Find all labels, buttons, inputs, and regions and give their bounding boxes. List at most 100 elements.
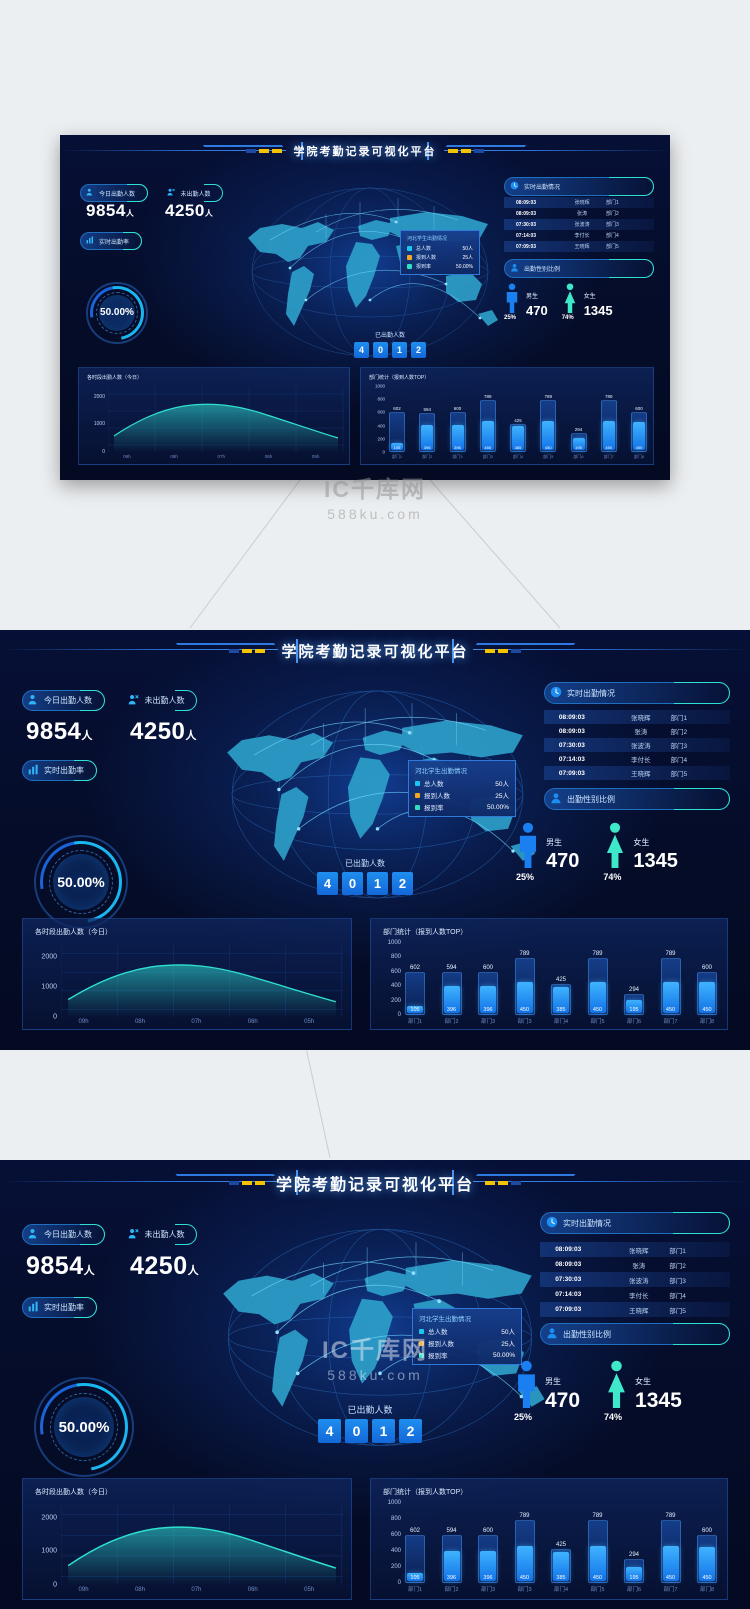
table-row[interactable]: 07:30:03 张波涛 部门3	[544, 738, 730, 752]
gender-panel-pill[interactable]: 出勤性别比例	[540, 1323, 730, 1345]
map-tooltip-key: 报到率	[416, 264, 432, 270]
bar-group[interactable]: 425 385 部门4	[551, 943, 571, 1025]
stat-rate-pill[interactable]: 实时出勤率	[22, 1297, 97, 1318]
bar-group[interactable]: 600 396 部门3	[449, 386, 466, 459]
bar-chart-plot: 602 105 部门1 594 396 部门2 600 396 部门3 789 450 部门3 425 3…	[405, 943, 717, 1025]
table-row[interactable]: 08:09:03 张晓辉 部门1	[504, 197, 654, 208]
stat-rate-pill[interactable]: 实时出勤率	[22, 760, 97, 781]
table-row[interactable]: 07:09:03 王晓辉 部门5	[504, 241, 654, 252]
bar-total-label: 789	[592, 951, 603, 958]
realtime-panel-pill[interactable]: 实时出勤情况	[540, 1212, 730, 1234]
bar-group[interactable]: 600 396 部门3	[478, 1503, 498, 1593]
bar-group[interactable]: 294 195 部门6	[624, 1503, 644, 1593]
bar-total-label: 600	[701, 1528, 712, 1534]
map-tooltip-row: 报到率 50.00%	[415, 802, 509, 812]
bar-group[interactable]: 594 396 部门2	[441, 943, 462, 1025]
bar-group[interactable]: 602 105 部门1	[389, 386, 405, 459]
stat-present-pill[interactable]: 今日出勤人数	[22, 690, 105, 711]
bar-group[interactable]: 602 105 部门1	[405, 1503, 425, 1593]
bar-group[interactable]: 425 385 部门4	[551, 1503, 571, 1593]
stat-rate-label: 实时出勤率	[44, 766, 84, 775]
map-tooltip-value: 50.00%	[486, 803, 509, 811]
table-row[interactable]: 08:09:03 张涛 部门2	[504, 208, 654, 219]
bar-total-label: 602	[409, 964, 420, 971]
table-row[interactable]: 07:30:03 张波涛 部门3	[540, 1272, 730, 1287]
bar-group[interactable]: 789 450 部门3	[514, 943, 535, 1025]
table-row[interactable]: 08:09:03 张晓辉 部门1	[544, 710, 730, 724]
bar-chart-yaxis: 0 200 400 600 800 1000	[371, 1500, 401, 1586]
bar-group[interactable]: 789 450 部门5	[587, 1503, 608, 1593]
gender-panel-pill[interactable]: 出勤性别比例	[544, 788, 730, 810]
bar-group[interactable]: 600 450 部门8	[697, 943, 717, 1025]
bar-category-label: 部门3	[452, 454, 463, 459]
bar-category-label: 部门2	[444, 1587, 459, 1593]
bar-group[interactable]: 789 450 部门3	[514, 1503, 535, 1593]
bar-group[interactable]: 789 450 部门5	[540, 386, 557, 459]
bar-group[interactable]: 789 450 部门7	[660, 1503, 681, 1593]
bar-total: 450	[587, 1519, 608, 1583]
stat-rate-pill[interactable]: 实时出勤率	[80, 232, 143, 250]
table-row[interactable]: 08:09:03 张晓辉 部门1	[540, 1242, 730, 1257]
table-row[interactable]: 07:14:03 李付长 部门4	[544, 752, 730, 766]
realtime-panel-pill[interactable]: 实时出勤情况	[544, 682, 730, 704]
bar-group[interactable]: 789 450 部门7	[660, 943, 681, 1025]
bar-group[interactable]: 594 396 部门2	[419, 386, 436, 459]
table-row[interactable]: 07:09:03 王晓辉 部门5	[540, 1302, 730, 1317]
table-row[interactable]: 08:09:03 张涛 部门2	[544, 724, 730, 738]
bar-group[interactable]: 294 195 部门6	[570, 386, 587, 459]
row-dept: 部门3	[670, 743, 688, 750]
bar-group[interactable]: 600 450 部门8	[697, 1503, 717, 1593]
y-tick: 2000	[41, 953, 57, 961]
y-tick: 800	[390, 1516, 401, 1522]
bar-total-label: 425	[514, 417, 522, 423]
bar-chart-icon	[86, 236, 94, 246]
map-tooltip-key: 报到率	[424, 805, 444, 812]
y-tick: 0	[397, 1580, 401, 1586]
bar-group[interactable]: 600 450 部门8	[631, 386, 647, 459]
bar-category-label: 部门7	[663, 1019, 678, 1025]
bar-total: 450	[600, 399, 617, 452]
stat-present-pill[interactable]: 今日出勤人数	[22, 1224, 105, 1245]
stat-present-label: 今日出勤人数	[44, 1230, 92, 1239]
bar-group[interactable]: 425 385 部门4	[510, 386, 526, 459]
bar-group[interactable]: 294 195 部门6	[624, 943, 644, 1025]
stat-absent-pill[interactable]: 未出勤人数	[123, 690, 198, 711]
stat-absent-pill[interactable]: 未出勤人数	[162, 184, 224, 202]
bar-group[interactable]: 789 450 部门7	[600, 386, 617, 459]
table-row[interactable]: 08:09:03 张涛 部门2	[540, 1257, 730, 1272]
table-row[interactable]: 07:14:03 李付长 部门4	[504, 230, 654, 241]
gender-male: 男生 470 25%	[514, 1360, 580, 1422]
bar-category-label: 部门4	[553, 1019, 569, 1025]
user-x-icon	[128, 1228, 140, 1241]
row-time: 07:30:03	[558, 741, 585, 749]
counter-digit: 1	[367, 872, 388, 895]
table-row[interactable]: 07:09:03 王晓辉 部门5	[544, 766, 730, 780]
bar-group[interactable]: 789 450 部门3	[479, 386, 496, 459]
x-tick: 07h	[191, 1587, 202, 1593]
gender-panel-pill[interactable]: 出勤性别比例	[504, 259, 654, 278]
bar-total: 195	[570, 432, 587, 452]
row-time: 07:30:03	[516, 221, 537, 228]
table-row[interactable]: 07:30:03 张波涛 部门3	[504, 219, 654, 230]
realtime-panel-label: 实时出勤情况	[563, 1218, 611, 1228]
bar-group[interactable]: 602 105 部门1	[405, 943, 425, 1025]
realtime-panel-pill[interactable]: 实时出勤情况	[504, 177, 654, 196]
map-tooltip-key: 总人数	[416, 246, 432, 252]
stat-absent-pill[interactable]: 未出勤人数	[123, 1224, 198, 1245]
user-icon	[546, 1327, 558, 1341]
bar-group[interactable]: 600 396 部门3	[478, 943, 498, 1025]
gender-male-label: 男生	[546, 838, 562, 847]
user-check-icon	[28, 694, 39, 707]
y-tick: 400	[390, 1548, 401, 1554]
bar-group[interactable]: 594 396 部门2	[441, 1503, 462, 1593]
bar-group[interactable]: 789 450 部门5	[587, 943, 608, 1025]
bar-category-label: 部门5	[590, 1019, 605, 1025]
table-row[interactable]: 07:14:03 李付长 部门4	[540, 1287, 730, 1302]
row-time: 07:09:03	[558, 769, 585, 777]
bar-category-label: 部门8	[633, 454, 645, 459]
page-root: 学院考勤记录可视化平台 今日出勤人数 未出勤人数 9854人 4250人 实时出…	[0, 0, 750, 1609]
gender-pill-wrap-1: 出勤性别比例	[504, 259, 654, 278]
female-icon	[603, 822, 627, 873]
dashboard-preview-3: 学院考勤记录可视化平台 今日出勤人数 未出勤人数 9854人 4250人 实时出…	[0, 1160, 750, 1609]
stat-present-pill[interactable]: 今日出勤人数	[80, 184, 149, 202]
